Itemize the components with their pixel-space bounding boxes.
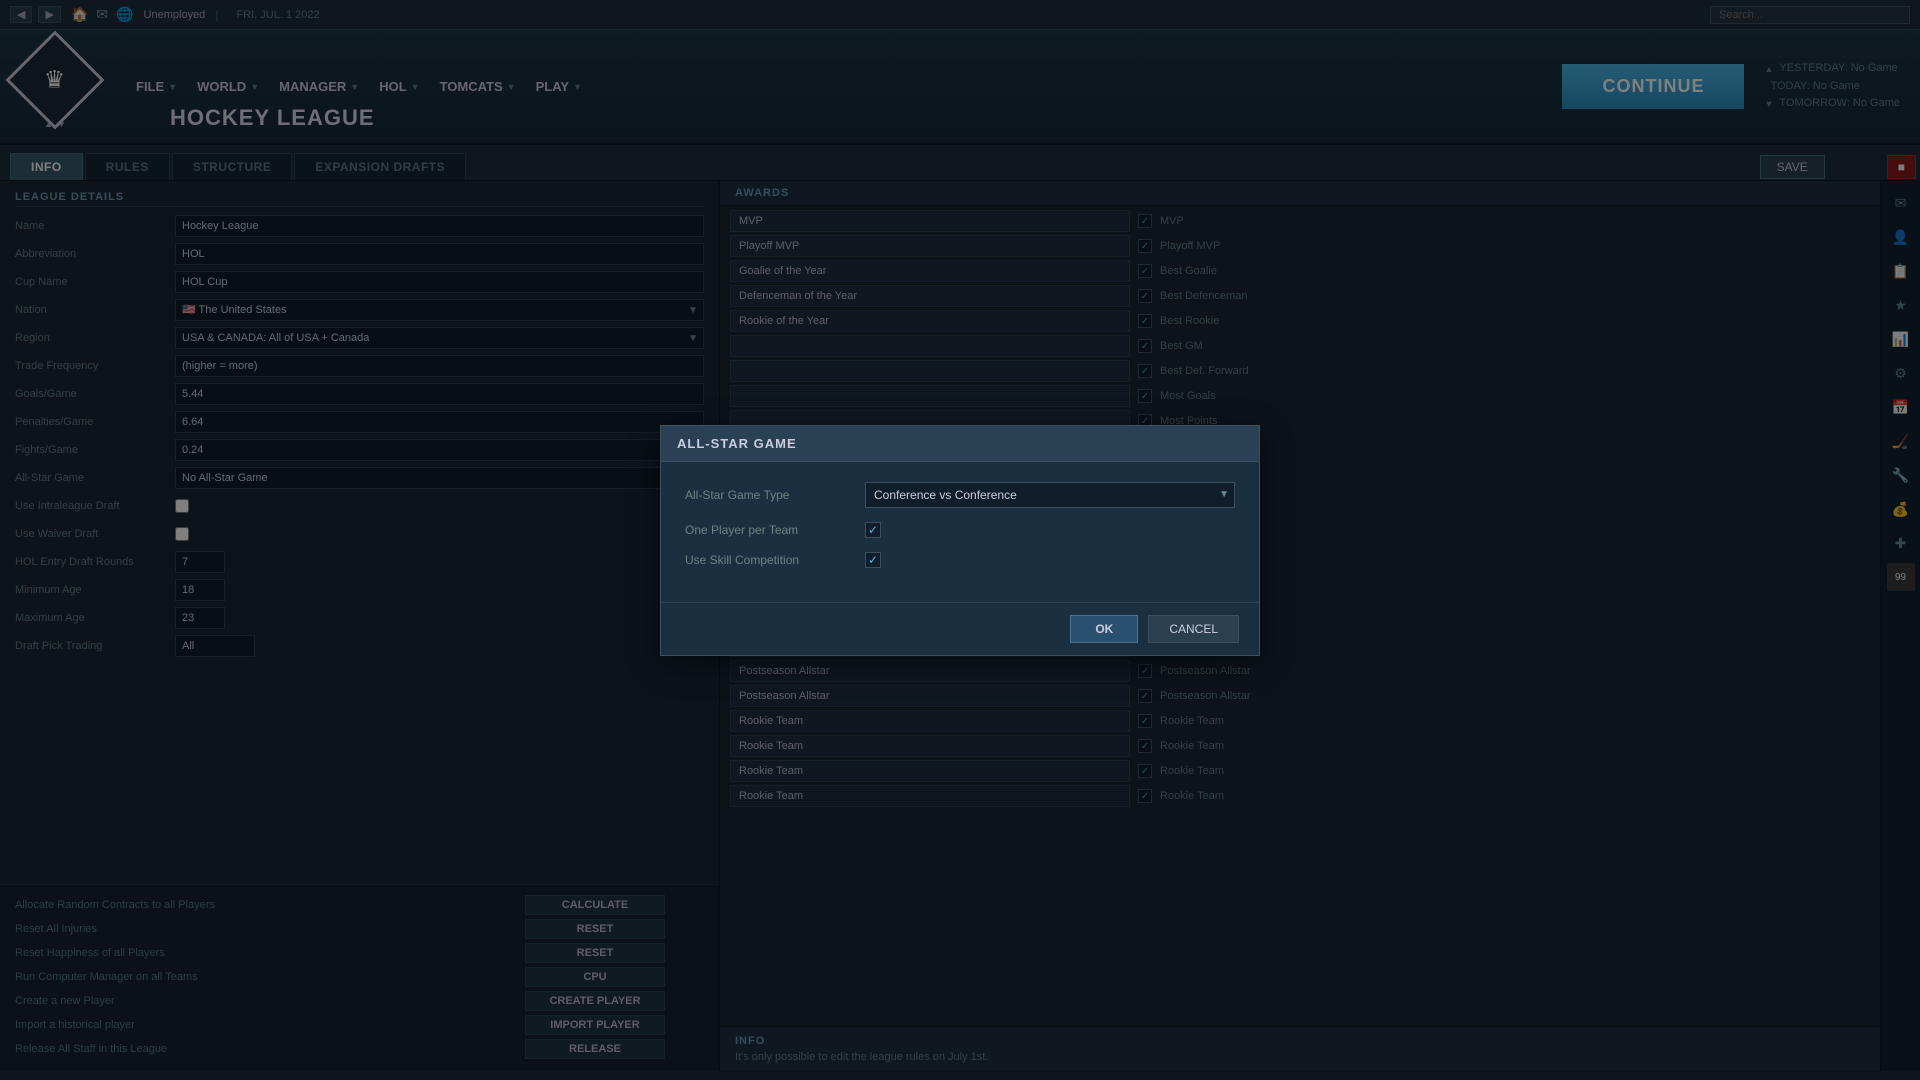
allstar-modal: ALL-STAR GAME All-Star Game Type Confere… <box>660 425 1260 656</box>
modal-ok-button[interactable]: OK <box>1070 615 1138 643</box>
modal-allstar-type-select-wrapper: Conference vs Conference East vs West Sk… <box>865 482 1235 508</box>
modal-header: ALL-STAR GAME <box>661 426 1259 462</box>
modal-allstar-type-label: All-Star Game Type <box>685 488 865 502</box>
modal-footer: OK CANCEL <box>661 602 1259 655</box>
modal-cancel-button[interactable]: CANCEL <box>1148 615 1239 643</box>
modal-allstar-type-select[interactable]: Conference vs Conference East vs West Sk… <box>865 482 1235 508</box>
modal-field-one-player: One Player per Team <box>685 522 1235 538</box>
modal-field-skill-competition: Use Skill Competition <box>685 552 1235 568</box>
modal-one-player-label: One Player per Team <box>685 523 865 537</box>
modal-field-allstar-type: All-Star Game Type Conference vs Confere… <box>685 482 1235 508</box>
modal-body: All-Star Game Type Conference vs Confere… <box>661 462 1259 602</box>
modal-one-player-checkbox[interactable] <box>865 522 881 538</box>
modal-overlay: ALL-STAR GAME All-Star Game Type Confere… <box>0 0 1920 1080</box>
modal-skill-competition-checkbox[interactable] <box>865 552 881 568</box>
modal-skill-competition-label: Use Skill Competition <box>685 553 865 567</box>
